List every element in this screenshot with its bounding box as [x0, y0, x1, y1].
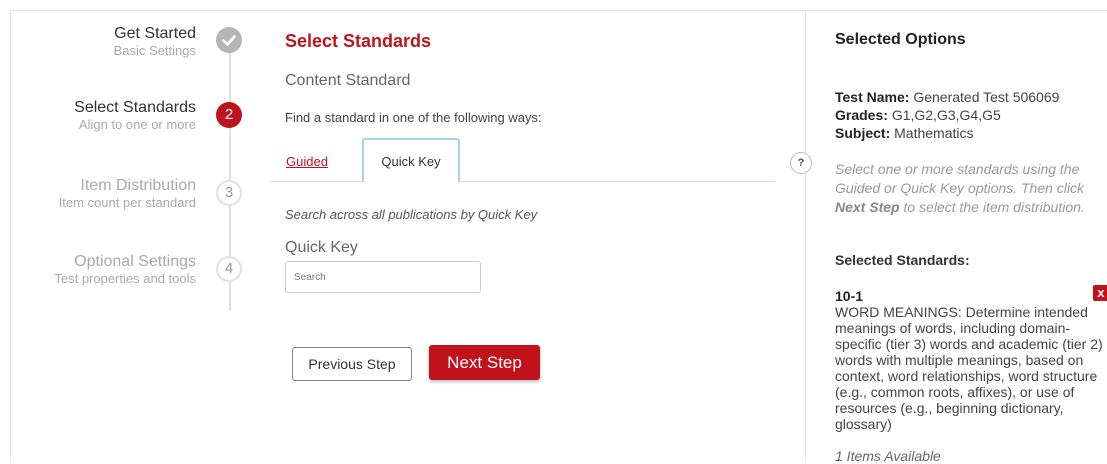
step-subtitle: Test properties and tools: [54, 271, 196, 286]
instruction-rest: to select the item distribution.: [899, 199, 1085, 215]
instruction-line: Select one or more standards using the: [835, 161, 1080, 177]
tab-guided[interactable]: Guided: [286, 154, 328, 169]
step-number-badge: 2: [216, 102, 242, 128]
step-title: Optional Settings: [74, 253, 196, 270]
search-hint: Search across all publications by Quick …: [285, 207, 538, 222]
previous-step-button[interactable]: Previous Step: [292, 347, 412, 381]
section-heading: Content Standard: [285, 72, 411, 89]
page-title: Select Standards: [285, 31, 432, 51]
panel-instructions: Select one or more standards using the G…: [835, 160, 1085, 217]
grades-value: G1,G2,G3,G4,G5: [891, 107, 1001, 123]
step-number-badge: 3: [216, 180, 242, 206]
test-info: Test Name: Generated Test 506069 Grades:…: [835, 88, 1059, 142]
subject-label: Subject:: [835, 125, 891, 141]
instruction-line: Next Step to select the item distributio…: [835, 198, 1085, 217]
step-subtitle: Item count per standard: [58, 195, 196, 210]
subject-value: Mathematics: [894, 125, 974, 141]
selected-options-title: Selected Options: [835, 31, 966, 48]
quick-key-label: Quick Key: [285, 239, 358, 256]
tab-quick-key[interactable]: Quick Key: [362, 138, 460, 182]
step-get-started[interactable]: Get Started Basic Settings: [0, 25, 196, 58]
selected-standards-heading: Selected Standards:: [835, 252, 970, 268]
help-icon[interactable]: ?: [790, 152, 812, 174]
step-select-standards[interactable]: Select Standards Align to one or more: [0, 99, 196, 132]
quick-key-search-input[interactable]: [285, 261, 481, 293]
step-title: Select Standards: [74, 99, 196, 116]
instruction-line: Guided or Quick Key options. Then click: [835, 180, 1085, 196]
step-subtitle: Align to one or more: [78, 117, 196, 132]
panel-divider: [805, 10, 806, 462]
step-subtitle: Basic Settings: [113, 43, 196, 58]
next-step-emphasis: Next Step: [835, 199, 900, 215]
step-number-badge: 4: [216, 256, 242, 282]
test-name-value: Generated Test 506069: [913, 89, 1060, 105]
step-title: Item Distribution: [80, 177, 196, 194]
step-item-distribution[interactable]: Item Distribution Item count per standar…: [0, 177, 196, 210]
checkmark-icon: [216, 27, 242, 53]
step-optional-settings[interactable]: Optional Settings Test properties and to…: [0, 253, 196, 286]
tab-underline: [270, 181, 775, 182]
step-title: Get Started: [114, 25, 196, 42]
instruction-text: Find a standard in one of the following …: [285, 110, 542, 125]
standard-code: 10-1: [835, 288, 864, 304]
next-step-button[interactable]: Next Step: [429, 345, 540, 380]
test-name-label: Test Name:: [835, 89, 910, 105]
standard-description: WORD MEANINGS: Determine intended meanin…: [835, 304, 1103, 432]
grades-label: Grades:: [835, 107, 888, 123]
remove-standard-icon[interactable]: x: [1093, 285, 1107, 301]
step-navigation: Get Started Basic Settings Select Standa…: [0, 0, 260, 320]
